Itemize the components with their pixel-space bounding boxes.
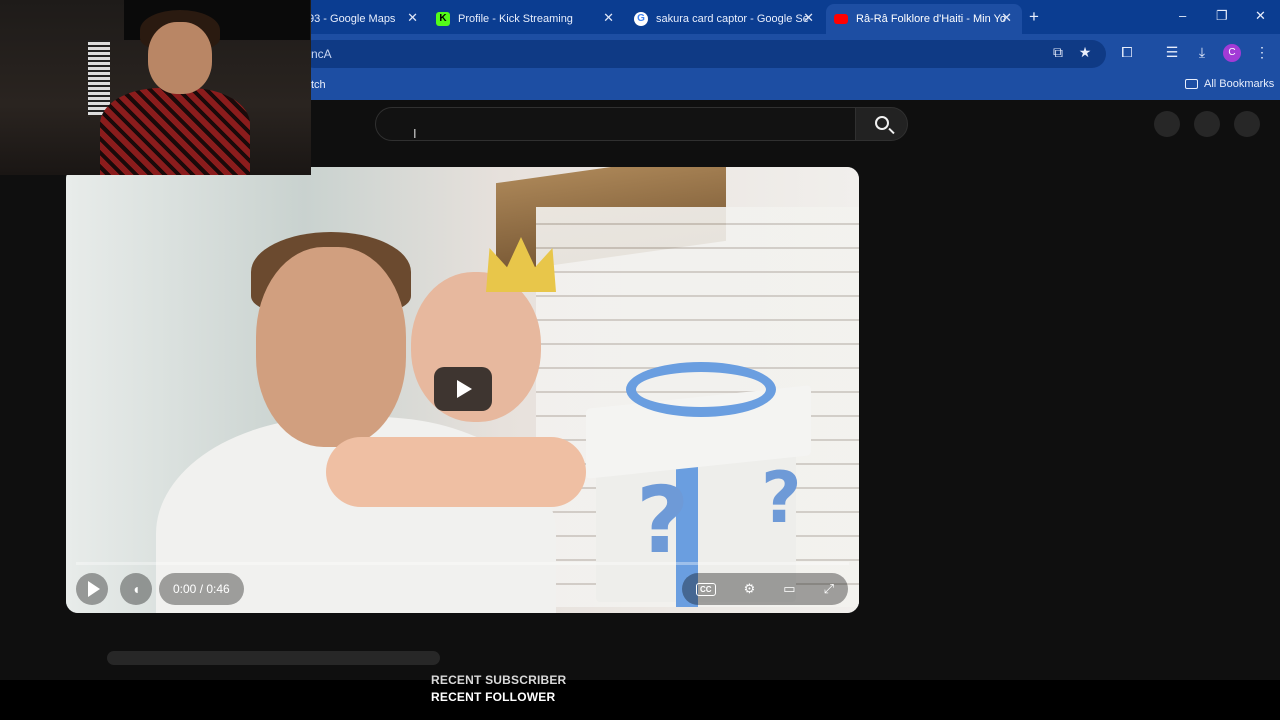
header-icon-placeholder[interactable] (1234, 111, 1260, 137)
bookmark-item[interactable]: tch (311, 79, 326, 91)
question-mark-icon: ? (761, 457, 802, 539)
minimize-button[interactable]: – (1179, 8, 1186, 23)
search-icon (875, 116, 889, 130)
tab-google-maps[interactable]: 93 - Google Maps ✕ (300, 4, 428, 34)
all-bookmarks-button[interactable]: All Bookmarks (1185, 78, 1274, 90)
tab-label: Profile - Kick Streaming (458, 13, 573, 25)
tab-youtube[interactable]: Râ-Râ Folklore d'Haiti - Min Yo ✕ (826, 4, 1022, 34)
settings-gear-icon[interactable]: ⚙ (744, 581, 756, 597)
big-play-button[interactable] (434, 367, 492, 411)
recent-follower-label: RECENT FOLLOWER (431, 690, 556, 704)
tab-label: Râ-Râ Folklore d'Haiti - Min Yo (856, 13, 1007, 25)
close-icon[interactable]: ✕ (803, 10, 814, 26)
menu-kebab-icon[interactable]: ⋮ (1253, 44, 1271, 61)
folder-icon (1185, 79, 1198, 89)
gift-bow (626, 362, 776, 417)
header-icon-placeholder[interactable] (1154, 111, 1180, 137)
progress-bar[interactable] (76, 562, 849, 565)
tab-label: sakura card captor - Google Se (656, 13, 809, 25)
search-input[interactable] (375, 107, 856, 141)
address-text[interactable]: ncA (311, 47, 332, 61)
fullscreen-icon[interactable]: ⤢ (824, 581, 834, 597)
search-button[interactable] (855, 107, 908, 141)
kick-icon: K (436, 12, 450, 26)
profile-avatar[interactable]: C (1223, 44, 1241, 62)
play-button[interactable] (76, 573, 108, 605)
youtube-icon (834, 14, 848, 24)
title-skeleton (107, 651, 440, 665)
google-icon: G (634, 12, 648, 26)
install-app-icon[interactable]: ⧉ (1049, 44, 1067, 61)
tab-label: 93 - Google Maps (308, 13, 396, 25)
address-bar[interactable] (300, 40, 1106, 68)
bookmark-star-icon[interactable]: ★ (1076, 44, 1094, 61)
close-icon[interactable]: ✕ (603, 10, 614, 26)
crown-icon (486, 237, 556, 292)
question-mark-icon: ? (636, 467, 690, 574)
new-tab-button[interactable]: + (1029, 7, 1039, 27)
close-icon[interactable]: ✕ (407, 10, 418, 26)
text-cursor-icon: I (413, 126, 417, 141)
media-queue-icon[interactable]: ☰ (1163, 44, 1181, 61)
tab-google-search[interactable]: G sakura card captor - Google Se ✕ (626, 4, 824, 34)
close-window-button[interactable]: ✕ (1255, 8, 1266, 24)
captions-icon[interactable]: CC (696, 582, 716, 596)
video-player[interactable]: ? ? ◖ 0:00 / 0:46 CC ⚙ ▭ ⤢ (66, 167, 859, 613)
close-icon[interactable]: ✕ (1001, 10, 1012, 26)
player-controls-right: CC ⚙ ▭ ⤢ (682, 573, 848, 605)
webcam-overlay (0, 0, 311, 175)
all-bookmarks-label: All Bookmarks (1204, 78, 1275, 90)
piano-keys (88, 40, 110, 115)
extensions-icon[interactable]: ⧠ (1118, 44, 1136, 61)
time-display: 0:00 / 0:46 (159, 573, 244, 605)
restore-button[interactable]: ❐ (1216, 8, 1228, 24)
recent-subscriber-label: RECENT SUBSCRIBER (431, 673, 567, 687)
stream-overlay-bar (0, 680, 1280, 720)
theater-mode-icon[interactable]: ▭ (783, 581, 795, 597)
volume-icon[interactable]: ◖ (120, 573, 152, 605)
download-icon[interactable]: ⤓ (1193, 44, 1211, 61)
header-icon-placeholder[interactable] (1194, 111, 1220, 137)
tab-kick[interactable]: K Profile - Kick Streaming ✕ (428, 4, 624, 34)
